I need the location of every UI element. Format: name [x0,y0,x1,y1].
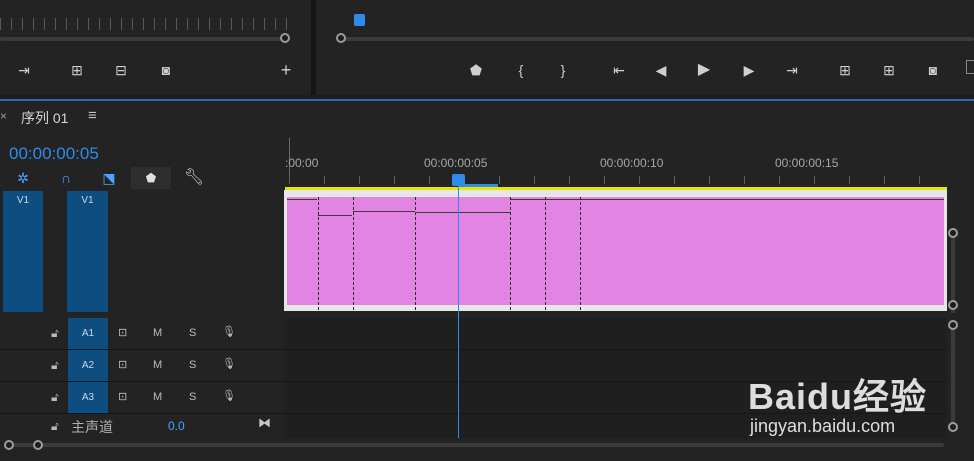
audio-track-a2: 🔓︎ A2 ⊡ M S 🎙︎ [0,350,284,382]
panel-menu-icon[interactable]: ≡ [88,107,97,124]
track-target-a3[interactable]: A3 [68,382,108,413]
source-scrollbar[interactable] [0,37,282,41]
audio-track-a1: 🔓︎ A1 ⊡ M S 🎙︎ [0,318,284,350]
source-monitor: ⇥ ⊞ ⊟ ◙ + [0,0,311,95]
clip-body [287,197,944,305]
scroll-handle[interactable] [948,320,958,330]
microphone-icon[interactable]: 🎙︎ [222,325,236,338]
source-scroll-handle[interactable] [280,33,290,43]
camera-icon[interactable]: ◙ [155,60,177,80]
step-forward-button[interactable]: ▶ [738,60,760,80]
export-frame-button[interactable]: ⊟ [110,60,132,80]
solo-button[interactable]: S [189,391,196,403]
keyframe-marker [545,197,546,310]
lock-icon[interactable]: 🔓︎ [51,390,59,405]
lock-icon[interactable]: 🔓︎ [51,419,59,434]
keyframe-marker [510,197,511,310]
bowtie-icon[interactable]: ⧓ [258,415,271,431]
row-separator [284,349,947,350]
step-back-button[interactable]: ◀ [650,60,672,80]
scroll-handle[interactable] [948,228,958,238]
sync-lock-icon[interactable]: ⊡ [118,390,127,403]
playhead-head[interactable] [452,174,465,186]
master-volume-value[interactable]: 0.0 [168,419,185,433]
mark-in-button[interactable]: { [510,60,532,80]
watermark-brand: Baidu经验 [748,376,928,417]
mute-button[interactable]: M [153,327,162,339]
extract-button[interactable]: ⊞ [878,60,900,80]
master-label: 主声道 [71,419,113,435]
sync-lock-icon[interactable]: ⊡ [118,326,127,339]
go-to-in-button[interactable]: ⇤ [608,60,630,80]
keyframe-marker [415,197,416,310]
ruler-label: 00:00:00:15 [775,156,839,170]
mute-button[interactable]: M [153,359,162,371]
nest-toggle-icon[interactable]: ✲ [12,168,34,188]
source-ruler[interactable] [0,18,290,30]
audio-track-headers: 🔓︎ A1 ⊡ M S 🎙︎ 🔓︎ A2 ⊡ M S 🎙︎ 🔓︎ A3 ⊡ M … [0,318,284,438]
wrench-icon[interactable]: 🔧︎ [183,168,205,188]
solo-button[interactable]: S [189,327,196,339]
overwrite-button[interactable]: ⊞ [66,60,88,80]
lock-icon[interactable]: 🔓︎ [51,326,59,341]
rate-line [416,212,510,213]
lift-button[interactable]: ⊞ [834,60,856,80]
audio-track-a3: 🔓︎ A3 ⊡ M S 🎙︎ [0,382,284,414]
rate-line [511,199,944,200]
rate-line [318,215,352,216]
mute-button[interactable]: M [153,391,162,403]
time-ruler[interactable]: :00:00 00:00:00:05 00:00:00:10 00:00:00:… [285,150,947,186]
snap-magnet-icon[interactable]: ∩ [55,168,77,188]
target-track-v1[interactable]: V1 [67,191,108,312]
camera-icon[interactable]: ◙ [922,60,944,80]
source-patch-v1[interactable]: V1 [3,191,43,312]
sequence-tab-title[interactable]: 序列 01 [21,108,68,128]
go-to-out-button[interactable]: ⇥ [781,60,803,80]
program-monitor: ⬟ { } ⇤ ◀ ▶ ▶ ⇥ ⊞ ⊞ ◙ [316,0,974,95]
zoom-handle-right[interactable] [33,440,43,450]
ruler-ticks [289,176,947,184]
microphone-icon[interactable]: 🎙︎ [222,389,236,402]
close-tab-icon[interactable]: × [0,109,7,123]
ruler-label: 00:00:00:05 [424,156,488,170]
watermark-logo: Baidu经验 jingyan.baidu.com [742,360,972,440]
panel-overflow-icon[interactable] [966,60,974,74]
ruler-label: :00:00 [285,156,319,170]
rate-line [287,199,317,200]
microphone-icon[interactable]: 🎙︎ [222,357,236,370]
watermark-url: jingyan.baidu.com [750,416,896,436]
add-marker-button[interactable]: ⬟ [131,167,171,189]
play-button[interactable]: ▶ [693,60,715,80]
rate-line [353,211,415,212]
timeline-horizontal-scrollbar[interactable] [8,443,944,447]
keyframe-marker [318,197,319,310]
video-clip[interactable] [284,190,947,311]
program-playhead-marker[interactable] [354,14,365,26]
track-target-a1[interactable]: A1 [68,318,108,349]
mark-out-button[interactable]: } [552,60,574,80]
add-marker-button[interactable]: ⬟ [465,60,487,80]
playhead-timecode[interactable]: 00:00:00:05 [9,144,99,164]
add-button-icon[interactable]: + [275,60,297,80]
master-track: 🔓︎ 主声道 0.0 ⧓ [0,414,284,438]
playhead-line[interactable] [458,186,459,438]
solo-button[interactable]: S [189,359,196,371]
sync-lock-icon[interactable]: ⊡ [118,358,127,371]
lock-icon[interactable]: 🔓︎ [51,358,59,373]
program-scrollbar[interactable] [341,37,974,41]
track-target-a2[interactable]: A2 [68,350,108,381]
keyframe-marker [580,197,581,310]
insert-button[interactable]: ⇥ [13,60,35,80]
ruler-label: 00:00:00:10 [600,156,664,170]
program-scroll-handle[interactable] [336,33,346,43]
zoom-handle-left[interactable] [4,440,14,450]
keyframe-marker [353,197,354,310]
scroll-handle[interactable] [948,300,958,310]
linked-selection-icon[interactable]: ⬔ [98,168,120,188]
